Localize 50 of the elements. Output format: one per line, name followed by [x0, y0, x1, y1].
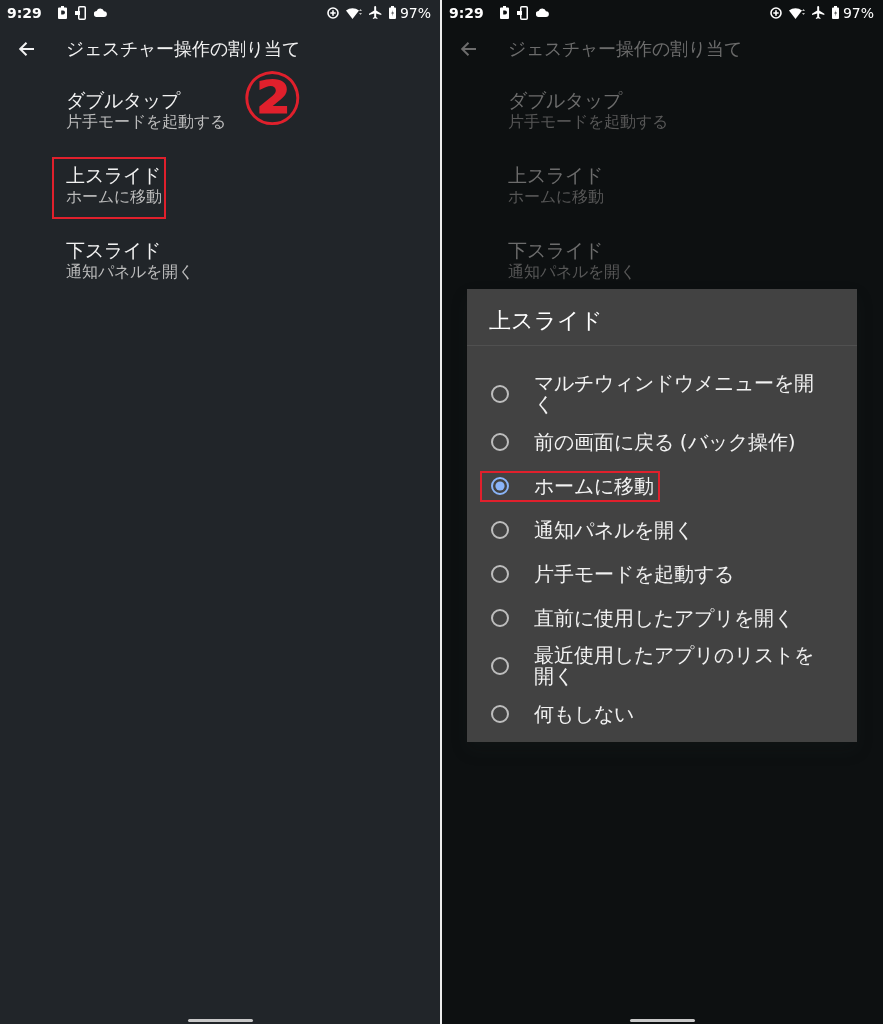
- radio-button[interactable]: [489, 704, 510, 724]
- circle-plus-icon: [326, 6, 339, 19]
- phone-icon: [516, 5, 528, 20]
- setting-title[interactable]: ダブルタップ: [65, 87, 226, 112]
- gesture-bar[interactable]: [187, 1019, 253, 1022]
- option-label[interactable]: 通知パネルを開く: [533, 519, 694, 541]
- option-label[interactable]: 最近使用したアプリのリストを開く: [533, 645, 824, 687]
- status-time: 9:29: [449, 3, 484, 22]
- battery-icon: [831, 6, 839, 19]
- setting-summary: 通知パネルを開く: [507, 261, 636, 282]
- status-time: 9:29: [7, 3, 42, 22]
- option-label[interactable]: マルチウィンドウメニューを開く: [533, 373, 824, 415]
- option-label[interactable]: ホームに移動: [533, 475, 654, 497]
- screen-title: ジェスチャー操作の割り当て: [508, 36, 742, 61]
- setting-title[interactable]: 上スライド: [507, 162, 604, 187]
- option-label[interactable]: 何もしない: [533, 703, 634, 725]
- radio-button[interactable]: [489, 384, 510, 404]
- setting-summary: 通知パネルを開く: [65, 261, 194, 282]
- radio-button[interactable]: [489, 432, 510, 452]
- setting-title[interactable]: 下スライド: [65, 237, 194, 262]
- dialog-title: 上スライド: [467, 289, 857, 346]
- screen-title: ジェスチャー操作の割り当て: [66, 36, 300, 61]
- setting-title[interactable]: ダブルタップ: [507, 87, 668, 112]
- battery-percent: 97%: [842, 3, 874, 22]
- setting-summary: ホームに移動: [65, 186, 162, 207]
- setting-summary: ホームに移動: [507, 186, 604, 207]
- setting-summary: 片手モードを起動する: [507, 111, 668, 132]
- phone-icon: [74, 5, 86, 20]
- battery-icon: [57, 6, 67, 19]
- radio-button[interactable]: [489, 476, 510, 496]
- setting-title[interactable]: 上スライド: [65, 162, 162, 187]
- wifi-icon: [345, 6, 362, 19]
- radio-button[interactable]: [489, 656, 510, 676]
- wifi-icon: [788, 6, 805, 19]
- battery-icon: [388, 6, 396, 19]
- setting-title[interactable]: 下スライド: [507, 237, 636, 262]
- radio-button[interactable]: [489, 564, 510, 584]
- battery-icon: [499, 6, 509, 19]
- circle-plus-icon: [769, 6, 782, 19]
- option-label[interactable]: 直前に使用したアプリを開く: [533, 607, 794, 629]
- radio-button[interactable]: [489, 608, 510, 628]
- airplane-icon: [811, 6, 825, 19]
- option-label[interactable]: 前の画面に戻る (バック操作): [533, 431, 796, 453]
- radio-button[interactable]: [489, 520, 510, 540]
- airplane-icon: [368, 6, 382, 19]
- option-label[interactable]: 片手モードを起動する: [533, 563, 734, 585]
- cloud-icon: [535, 8, 549, 17]
- cloud-icon: [93, 8, 107, 17]
- setting-summary: 片手モードを起動する: [65, 111, 226, 132]
- battery-percent: 97%: [399, 3, 431, 22]
